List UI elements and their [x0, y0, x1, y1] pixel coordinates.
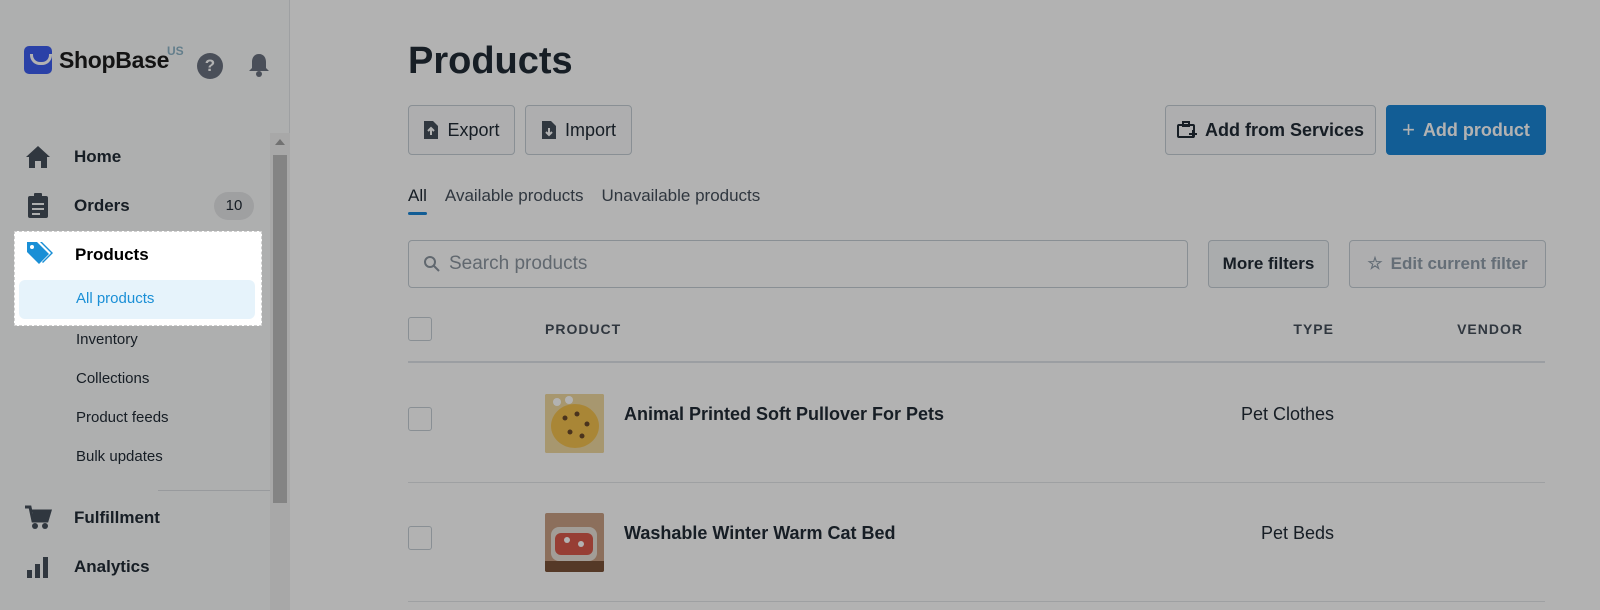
- sidebar-subitem-label: All products: [76, 290, 155, 307]
- brand[interactable]: ShopBase US: [24, 44, 184, 74]
- sidebar-item-fulfillment[interactable]: Fulfillment: [24, 500, 254, 536]
- cart-icon: [24, 504, 52, 532]
- clipboard-icon: [24, 192, 52, 220]
- briefcase-plus-icon: [1176, 121, 1197, 138]
- tag-icon: [25, 240, 53, 269]
- add-product-label: Add product: [1422, 119, 1530, 140]
- product-type: Pet Clothes: [1240, 404, 1334, 424]
- sidebar-subitem-inventory[interactable]: Inventory: [76, 331, 138, 348]
- export-file-icon: [424, 121, 439, 139]
- add-product-button[interactable]: + Add product: [1386, 105, 1546, 155]
- sidebar-subitem-product-feeds[interactable]: Product feeds: [76, 409, 169, 426]
- product-name-link[interactable]: Animal Printed Soft Pullover For Pets: [624, 404, 944, 425]
- table-header: PRODUCT TYPE VENDOR: [408, 313, 1545, 363]
- shopbase-logo-icon: [24, 46, 52, 74]
- help-icon[interactable]: ?: [197, 53, 223, 79]
- row-checkbox[interactable]: [408, 407, 432, 431]
- brand-name: ShopBase: [59, 46, 170, 73]
- star-icon: ☆: [1367, 254, 1383, 273]
- sidebar-item-label: Home: [74, 147, 122, 166]
- sidebar-subitem-bulk-updates[interactable]: Bulk updates: [76, 448, 163, 465]
- edit-current-filter-label: Edit current filter: [1390, 254, 1528, 273]
- tab-unavailable-products[interactable]: Unavailable products: [602, 186, 761, 206]
- import-button[interactable]: Import: [525, 105, 632, 155]
- tour-spotlight: Products All products: [14, 231, 262, 326]
- select-all-checkbox[interactable]: [408, 317, 432, 341]
- edit-current-filter-button[interactable]: ☆ Edit current filter: [1349, 240, 1546, 288]
- plus-icon: +: [1402, 117, 1415, 142]
- bar-chart-icon: [24, 553, 52, 581]
- import-file-icon: [541, 121, 556, 139]
- sidebar-item-label: Analytics: [74, 557, 150, 576]
- bell-icon[interactable]: [247, 52, 271, 78]
- product-thumbnail[interactable]: [545, 394, 604, 453]
- sidebar-item-label: Fulfillment: [74, 508, 160, 527]
- product-thumbnail[interactable]: [545, 513, 604, 572]
- sidebar-item-home[interactable]: Home: [24, 139, 254, 175]
- table-row[interactable]: Washable Winter Warm Cat Bed Pet Beds: [408, 483, 1545, 602]
- tab-available-products[interactable]: Available products: [445, 186, 584, 206]
- column-vendor[interactable]: VENDOR: [1457, 321, 1523, 337]
- table-row[interactable]: Animal Printed Soft Pullover For Pets Pe…: [408, 364, 1545, 483]
- sidebar-divider: [158, 490, 270, 491]
- search-icon: [424, 256, 440, 272]
- product-tabs: All Available products Unavailable produ…: [408, 186, 778, 215]
- sidebar-subitem-all-products[interactable]: All products: [19, 280, 255, 319]
- more-filters-button[interactable]: More filters: [1208, 240, 1329, 288]
- search-input[interactable]: [449, 253, 1149, 275]
- scroll-up-icon[interactable]: [275, 139, 285, 145]
- tab-all[interactable]: All: [408, 186, 427, 215]
- export-label: Export: [447, 119, 500, 140]
- sidebar-item-analytics[interactable]: Analytics: [24, 549, 254, 585]
- main-content: Products Export Import Add from Services…: [290, 0, 1600, 610]
- import-label: Import: [564, 119, 616, 140]
- home-icon: [24, 143, 52, 171]
- brand-region: US: [167, 44, 184, 58]
- add-from-services-button[interactable]: Add from Services: [1165, 105, 1376, 155]
- export-button[interactable]: Export: [408, 105, 515, 155]
- sidebar-item-orders[interactable]: Orders 10: [24, 188, 254, 224]
- sidebar-item-products[interactable]: Products: [25, 240, 149, 269]
- sidebar-item-label: Orders: [74, 196, 130, 215]
- page-title: Products: [408, 40, 573, 82]
- column-type[interactable]: TYPE: [1293, 321, 1334, 337]
- sidebar-item-label: Products: [75, 244, 149, 264]
- orders-count-badge: 10: [214, 192, 254, 220]
- column-product[interactable]: PRODUCT: [545, 321, 621, 337]
- scrollbar-thumb[interactable]: [273, 155, 287, 503]
- row-checkbox[interactable]: [408, 526, 432, 550]
- sidebar-subitem-collections[interactable]: Collections: [76, 370, 149, 387]
- more-filters-label: More filters: [1222, 254, 1315, 273]
- sidebar-scrollbar[interactable]: [270, 133, 290, 610]
- product-type: Pet Beds: [1260, 523, 1334, 543]
- product-name-link[interactable]: Washable Winter Warm Cat Bed: [624, 523, 896, 544]
- search-box[interactable]: [408, 240, 1188, 288]
- add-from-services-label: Add from Services: [1204, 119, 1365, 140]
